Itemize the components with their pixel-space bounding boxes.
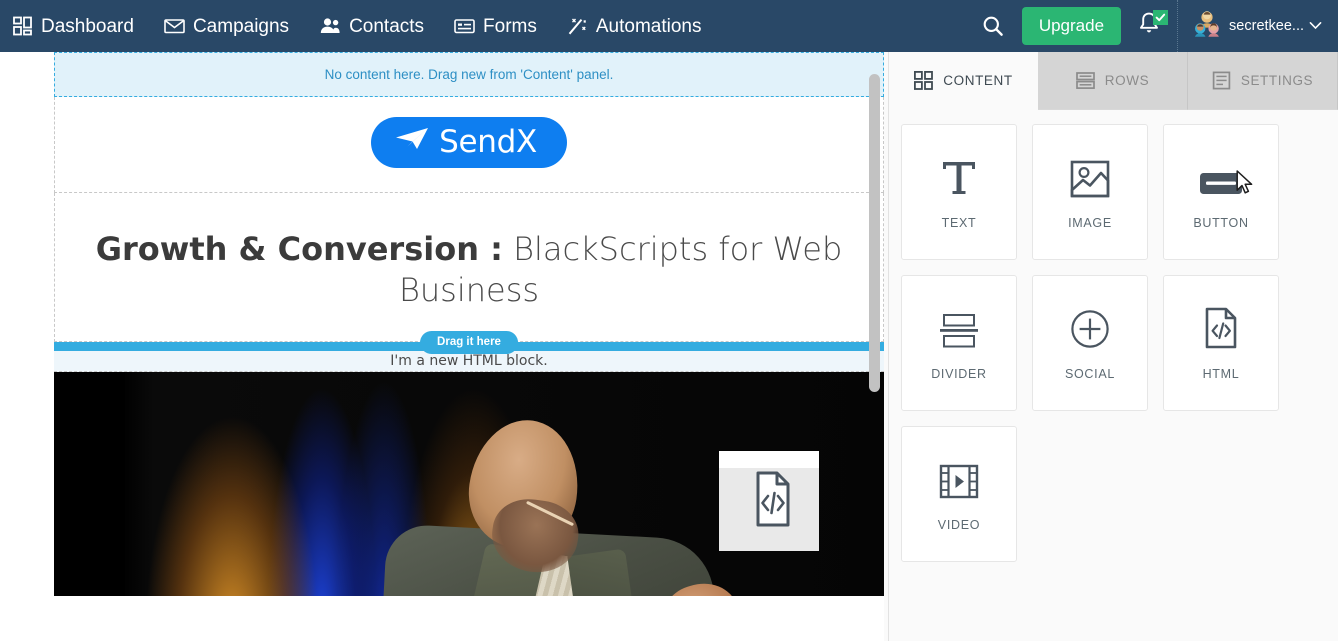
sendx-logo: SendX: [371, 117, 567, 168]
nav-item-forms[interactable]: Forms: [454, 16, 551, 36]
block-divider[interactable]: DIVIDER: [901, 275, 1017, 411]
primary-nav: Dashboard Campaigns Contacts Forms Autom…: [0, 16, 732, 36]
nav-right-group: Upgrade secretkee...: [972, 0, 1338, 52]
nav-item-dashboard[interactable]: Dashboard: [13, 16, 148, 36]
email-canvas[interactable]: No content here. Drag new from 'Content'…: [0, 52, 888, 641]
notification-check-badge: [1153, 10, 1169, 25]
nav-label: Campaigns: [192, 15, 290, 37]
divider-icon: [938, 305, 980, 349]
nav-label: Contacts: [349, 15, 425, 37]
social-plus-icon: [1070, 305, 1110, 349]
drag-it-here-badge: Drag it here: [420, 330, 518, 354]
sendx-wordmark: SendX: [439, 124, 537, 160]
nav-item-contacts[interactable]: Contacts: [319, 16, 438, 36]
user-menu[interactable]: secretkee...: [1178, 0, 1328, 52]
tab-label: CONTENT: [943, 73, 1013, 88]
nav-item-campaigns[interactable]: Campaigns: [164, 16, 303, 36]
paper-plane-icon: [395, 127, 429, 158]
empty-row-message: No content here. Drag new from 'Content'…: [324, 67, 614, 82]
headline-bold: Growth & Conversion :: [95, 230, 503, 268]
nav-label: Automations: [595, 15, 702, 37]
tab-label: ROWS: [1104, 73, 1150, 88]
block-text[interactable]: TEXT: [901, 124, 1017, 260]
drag-ghost-html-block: [719, 451, 819, 551]
upgrade-button[interactable]: Upgrade: [1021, 7, 1122, 45]
grid-icon: [13, 16, 33, 36]
wand-icon: [567, 16, 588, 36]
logo-row[interactable]: SendX: [54, 97, 884, 193]
image-icon: [1070, 154, 1110, 198]
block-social[interactable]: SOCIAL: [1032, 275, 1148, 411]
video-icon: [939, 456, 979, 500]
block-label: BUTTON: [1193, 216, 1249, 230]
form-icon: [454, 16, 475, 36]
tab-settings[interactable]: SETTINGS: [1188, 52, 1338, 110]
people-icon: [319, 16, 341, 36]
nav-label: Forms: [483, 15, 537, 37]
content-blocks-grid: TEXT IMAGE BUTTON DIVIDER SOCIAL HTML VI…: [889, 110, 1338, 562]
html-code-icon: [1204, 305, 1238, 349]
panel-tabs: CONTENT ROWS SETTINGS: [889, 52, 1338, 110]
headline-row[interactable]: Growth & Conversion : BlackScripts for W…: [54, 193, 884, 342]
nav-label: Dashboard: [41, 15, 134, 37]
chevron-down-icon: [1309, 19, 1322, 33]
nav-item-automations[interactable]: Automations: [567, 16, 716, 36]
html-code-icon: [746, 471, 792, 532]
block-label: TEXT: [941, 216, 977, 230]
top-navbar: Dashboard Campaigns Contacts Forms Autom…: [0, 0, 1338, 52]
block-image[interactable]: IMAGE: [1032, 124, 1148, 260]
block-label: DIVIDER: [931, 367, 987, 381]
tab-rows[interactable]: ROWS: [1038, 52, 1188, 110]
block-label: SOCIAL: [1064, 367, 1116, 381]
tab-label: SETTINGS: [1240, 73, 1314, 88]
email-body[interactable]: No content here. Drag new from 'Content'…: [54, 52, 884, 641]
new-html-block-text: I'm a new HTML block.: [390, 352, 548, 369]
new-html-block-row[interactable]: I'm a new HTML block.: [54, 350, 884, 372]
notifications-button[interactable]: [1121, 0, 1177, 52]
canvas-scrollbar-thumb[interactable]: [869, 74, 880, 392]
drop-indicator[interactable]: I'm a new HTML block. Drag it here: [54, 330, 884, 372]
tab-content[interactable]: CONTENT: [889, 52, 1038, 110]
user-name: secretkee...: [1229, 18, 1304, 34]
grid-icon: [914, 71, 934, 90]
envelope-icon: [164, 16, 185, 36]
empty-content-row[interactable]: No content here. Drag new from 'Content'…: [54, 52, 884, 97]
headline-text: Growth & Conversion : BlackScripts for W…: [93, 229, 845, 311]
block-label: HTML: [1202, 367, 1240, 381]
button-icon: [1199, 154, 1243, 198]
builder-side-panel: CONTENT ROWS SETTINGS TEXT IMAGE BUTTON …: [888, 52, 1338, 641]
text-t-icon: [939, 154, 979, 198]
block-html[interactable]: HTML: [1163, 275, 1279, 411]
block-label: VIDEO: [937, 518, 981, 532]
block-video[interactable]: VIDEO: [901, 426, 1017, 562]
block-label: IMAGE: [1068, 216, 1112, 230]
rows-icon: [1075, 71, 1095, 90]
search-icon[interactable]: [972, 0, 1014, 52]
block-button[interactable]: BUTTON: [1163, 124, 1279, 260]
settings-icon: [1212, 71, 1231, 90]
group-avatar-icon: [1192, 9, 1222, 44]
